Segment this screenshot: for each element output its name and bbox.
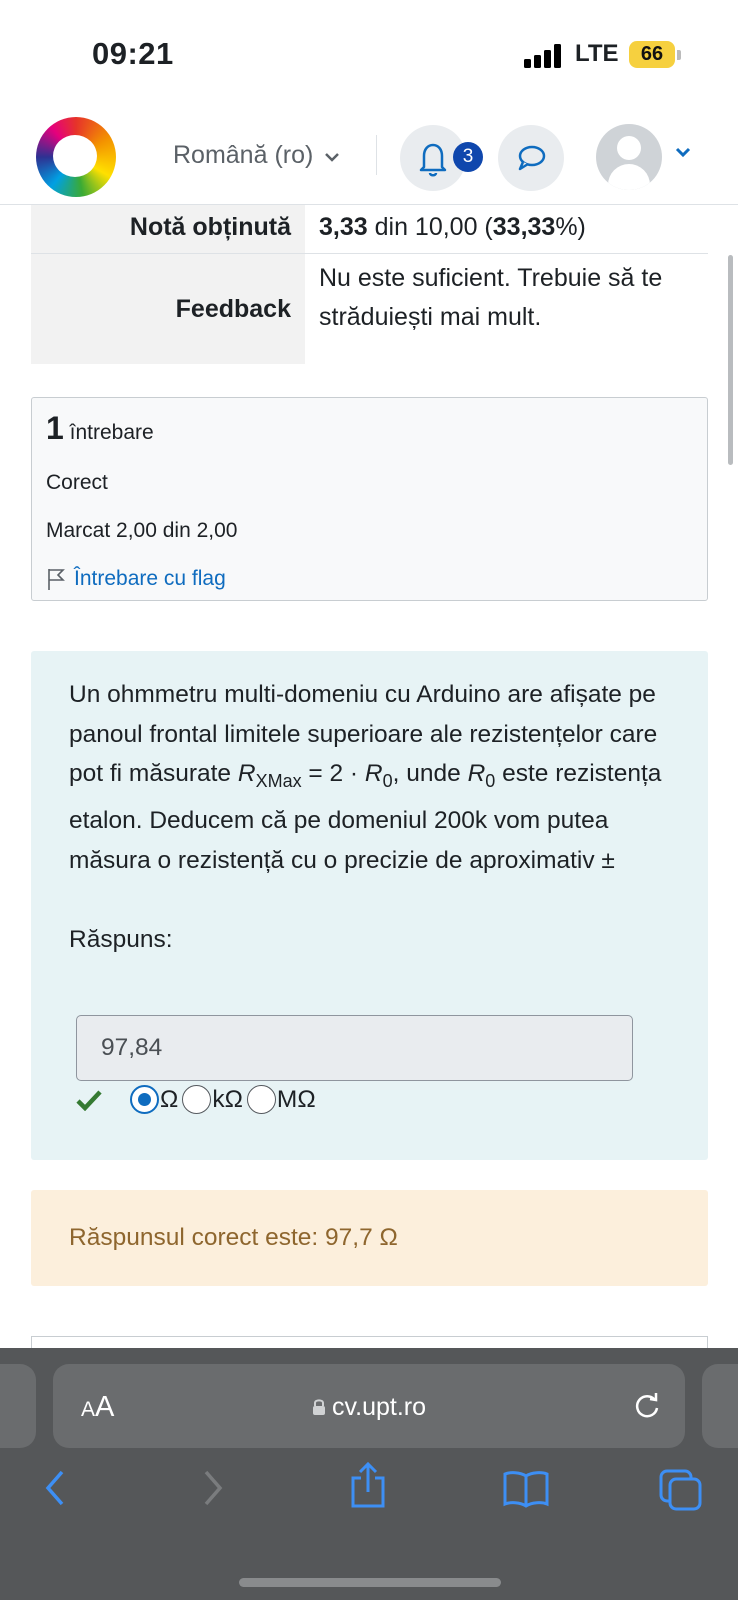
language-label: Română (ro): [173, 141, 314, 169]
feedback-label: Feedback: [31, 254, 305, 364]
chat-icon: [518, 145, 546, 171]
browser-bottom-bar: AA cv.upt.ro: [0, 1348, 738, 1600]
top-navbar: Română (ro) 3: [0, 105, 738, 205]
lock-icon: [312, 1399, 325, 1415]
quiz-summary-table: Notă obținută 3,33 din 10,00 (33,33%) Fe…: [31, 205, 708, 364]
feedback-value: Nu este suficient. Trebuie să te strădui…: [319, 264, 663, 331]
next-tab-preview[interactable]: [702, 1364, 738, 1448]
grade-label: Notă obținută: [31, 205, 305, 253]
bookmarks-icon[interactable]: [502, 1468, 550, 1508]
site-logo[interactable]: [36, 117, 116, 197]
unit-radio-kohm[interactable]: [182, 1085, 212, 1114]
messages-button[interactable]: [498, 125, 564, 191]
question-mark: Marcat 2,00 din 2,00: [46, 519, 238, 542]
language-selector[interactable]: Română (ro): [173, 141, 340, 170]
network-type: LTE: [575, 40, 619, 67]
nav-divider: [376, 135, 377, 175]
feedback-row: Feedback Nu este suficient. Trebuie să t…: [31, 254, 708, 364]
question-state: Corect: [46, 471, 108, 494]
signal-icon: [524, 44, 562, 68]
notification-badge: 3: [453, 142, 483, 172]
question-number: 1 întrebare: [46, 410, 154, 446]
tabs-icon[interactable]: [658, 1468, 704, 1512]
grade-value: 3,33 din 10,00 (33,33%): [319, 213, 586, 241]
question-formulation: Un ohmmetru multi-domeniu cu Arduino are…: [31, 651, 708, 1160]
unit-radio-mohm[interactable]: [246, 1085, 276, 1114]
chevron-down-icon: [325, 153, 340, 162]
question-text: Un ohmmetru multi-domeniu cu Arduino are…: [69, 681, 662, 874]
back-icon[interactable]: [40, 1468, 70, 1508]
correct-check-icon: [76, 1089, 102, 1111]
flag-icon: [48, 569, 65, 590]
user-avatar[interactable]: [596, 124, 662, 190]
unit-radio-group: Ω kΩ MΩ: [76, 1085, 320, 1114]
battery-icon: 66: [629, 41, 675, 68]
unit-label-kohm: kΩ: [212, 1085, 243, 1113]
reload-icon[interactable]: [631, 1390, 663, 1422]
url-display[interactable]: cv.upt.ro: [53, 1393, 685, 1422]
battery-tip: [677, 50, 681, 60]
chevron-down-icon[interactable]: [674, 145, 692, 159]
address-bar[interactable]: AA cv.upt.ro: [53, 1364, 685, 1448]
unit-radio-ohm[interactable]: [130, 1085, 159, 1114]
answer-input[interactable]: 97,84: [76, 1015, 633, 1081]
status-bar: 09:21 LTE 66: [0, 0, 738, 105]
correct-answer-feedback: Răspunsul corect este: 97,7 Ω: [31, 1190, 708, 1286]
home-indicator[interactable]: [239, 1578, 501, 1587]
grade-row: Notă obținută 3,33 din 10,00 (33,33%): [31, 205, 708, 254]
share-icon[interactable]: [348, 1460, 388, 1510]
scrollbar[interactable]: [728, 255, 733, 465]
unit-label-mohm: MΩ: [276, 1085, 316, 1113]
unit-label-ohm: Ω: [160, 1085, 179, 1113]
answer-label: Răspuns:: [69, 926, 173, 954]
question-info: 1 întrebare Corect Marcat 2,00 din 2,00 …: [31, 397, 708, 601]
previous-tab-preview[interactable]: [0, 1364, 36, 1448]
flag-question-link[interactable]: Întrebare cu flag: [46, 567, 693, 591]
clock: 09:21: [92, 36, 174, 71]
forward-icon[interactable]: [198, 1468, 228, 1508]
